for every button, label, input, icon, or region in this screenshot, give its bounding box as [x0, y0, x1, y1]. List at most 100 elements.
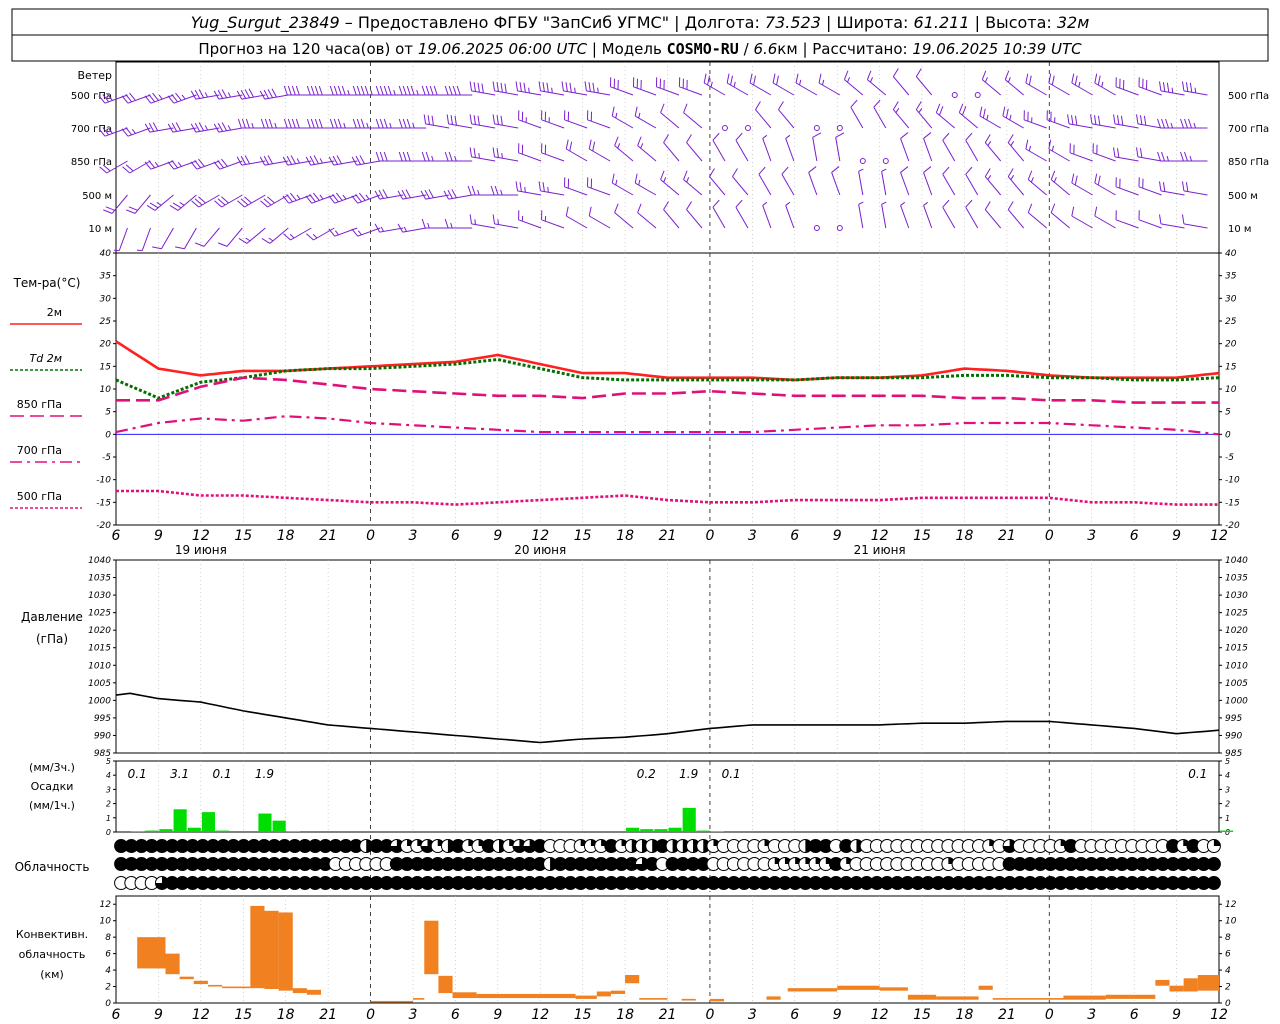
- wind-title: Ветер: [78, 69, 112, 82]
- wind-level-label: 500 гПа: [71, 91, 112, 102]
- barb-feather: [263, 155, 270, 165]
- wind-barb: [305, 155, 335, 166]
- wind-barb: [1048, 139, 1070, 162]
- barb-feather: [309, 194, 316, 203]
- barb-feather: [329, 118, 334, 129]
- barb-half-feather: [799, 79, 802, 86]
- cloud-symbol: [1206, 857, 1221, 871]
- hour-tick-label: 6: [1130, 528, 1139, 544]
- hour-tick-label: 21: [319, 1007, 337, 1023]
- barb-feather: [337, 85, 342, 96]
- hour-tick-label: 18: [277, 1007, 295, 1023]
- barb-half-feather: [319, 158, 323, 164]
- barb-half-feather: [478, 152, 480, 159]
- wind-level-label: 700 гПа: [1228, 124, 1269, 135]
- barb-feather: [561, 81, 564, 91]
- hour-tick-label: 15: [574, 528, 592, 544]
- wind-barb: [213, 158, 243, 170]
- calm-circle: [859, 158, 866, 164]
- barb-half-feather: [895, 108, 900, 113]
- y-tick-label: 12: [100, 900, 112, 910]
- barb-shaft: [778, 109, 795, 129]
- barb-half-feather: [1193, 122, 1196, 129]
- barb-half-feather: [380, 226, 384, 232]
- wind-barb: [965, 199, 979, 229]
- y-tick-label: 4: [1225, 966, 1231, 976]
- wind-barb: [261, 227, 289, 244]
- barb-feather: [378, 189, 384, 199]
- barb-feather: [1050, 170, 1056, 180]
- hour-tick-label: 6: [790, 528, 799, 544]
- wind-barb: [423, 114, 450, 129]
- barb-feather: [433, 85, 438, 96]
- barb-feather: [683, 170, 688, 180]
- barb-feather: [660, 170, 665, 180]
- hour-tick-label: 9: [1172, 1007, 1181, 1023]
- wind-barb: [758, 166, 772, 196]
- barb-feather: [402, 85, 407, 96]
- wind-barb: [374, 189, 404, 200]
- legend-label-td: Td 2м: [30, 352, 63, 365]
- barb-half-feather: [785, 134, 791, 139]
- barb-feather: [217, 122, 224, 132]
- barb-feather: [446, 114, 450, 124]
- barb-feather: [492, 81, 495, 91]
- wind-barb: [444, 218, 473, 229]
- y-tick-label: -15: [96, 498, 111, 508]
- barb-feather: [427, 115, 430, 125]
- wind-barb: [892, 101, 910, 129]
- wind-barb: [1007, 201, 1025, 229]
- hour-tick-label: 18: [956, 1007, 974, 1023]
- y-tick-label: -10: [96, 476, 111, 486]
- hour-tick-label: 3: [748, 1007, 757, 1023]
- barb-feather: [686, 134, 692, 143]
- barb-feather: [237, 118, 242, 129]
- barb-feather: [406, 118, 411, 129]
- wind-barb: [1115, 77, 1139, 96]
- conv-bar: [1105, 994, 1156, 999]
- wind-barb: [167, 122, 197, 133]
- calm-circle: [836, 125, 843, 131]
- day-labels: 19 июня 20 июня 21 июня: [175, 543, 906, 557]
- barb-shaft: [732, 176, 749, 196]
- wind-barb: [492, 214, 519, 229]
- conv-bar: [1183, 978, 1198, 992]
- barb-feather: [260, 118, 265, 129]
- barb-shaft: [858, 171, 864, 196]
- wind-barb: [351, 192, 381, 204]
- wind-barb: [1094, 173, 1116, 196]
- barb-feather: [965, 132, 973, 141]
- y-tick-label: 35: [1225, 272, 1237, 282]
- barb-shaft: [785, 205, 795, 229]
- conv-bar: [936, 996, 979, 1000]
- barb-feather: [584, 81, 587, 91]
- precip-bar: [654, 829, 668, 832]
- barb-feather: [707, 75, 711, 86]
- y-tick-label: -15: [1225, 498, 1240, 508]
- barb-feather: [379, 85, 384, 96]
- wind-barb: [858, 201, 864, 229]
- header-part: 19.06.2025 06:00 UTC: [418, 40, 588, 58]
- barb-feather: [360, 85, 365, 96]
- barb-half-feather: [131, 128, 136, 134]
- legend-label-t2m: 2м: [47, 306, 62, 319]
- y-tick-label: 25: [1225, 317, 1237, 327]
- wind-barb: [518, 143, 542, 162]
- conv-bar: [250, 905, 265, 989]
- barb-feather: [352, 118, 357, 129]
- header-part: COSMO-RU: [667, 40, 739, 58]
- precipitation-bars: [131, 807, 1234, 832]
- wind-barb: [1115, 177, 1139, 196]
- wind-level-labels: 500 гПа 500 гПа 700 гПа 700 гПа 850 гПа 850 г…: [71, 91, 1269, 235]
- barb-feather: [448, 151, 453, 162]
- hour-tick-label: 15: [913, 1007, 931, 1023]
- y-tick-label: 1030: [1225, 591, 1248, 601]
- wind-barb: [518, 110, 542, 129]
- barb-half-feather: [986, 114, 989, 121]
- y-tick-label: 1035: [1225, 574, 1248, 584]
- wind-barb: [781, 166, 795, 196]
- barb-feather: [217, 242, 228, 247]
- wind-barb: [518, 210, 542, 229]
- barb-feather: [519, 182, 522, 192]
- barb-feather: [490, 185, 495, 196]
